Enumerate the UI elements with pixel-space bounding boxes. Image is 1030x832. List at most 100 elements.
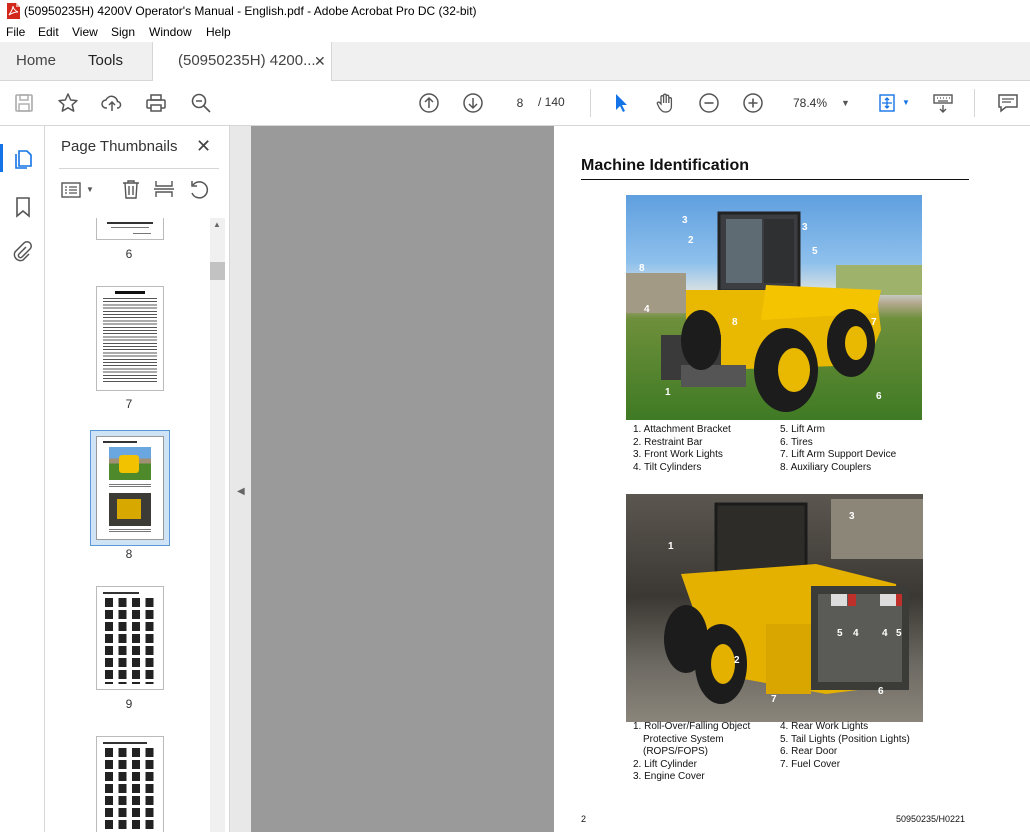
thumbnail-page-8[interactable] [96,436,164,540]
panel-splitter[interactable]: ◀ [229,126,252,832]
legend-item: 2. Lift Cylinder [633,758,697,770]
upload-icon[interactable] [100,91,124,115]
menu-bar: File Edit View Sign Window Help [0,22,1030,42]
legend-item: 1. Attachment Bracket [633,424,731,435]
menu-edit[interactable]: Edit [38,25,59,39]
trash-icon[interactable] [120,178,142,200]
toolbar: 8 / 140 78.4% ▼ ▼ [0,81,1030,126]
legend-item: 8. Auxiliary Couplers [780,461,872,473]
callout-label: 2 [688,235,694,246]
callout-label: 6 [878,686,884,697]
legend-item: 5. Tail Lights (Position Lights) [780,733,910,745]
callout-label: 2 [734,655,740,666]
document-page: Machine Identification 3 3 2 5 8 4 8 7 1… [554,126,1030,832]
bookmark-icon[interactable] [13,196,33,218]
callout-label: 7 [771,694,777,705]
page-heading: Machine Identification [581,157,750,174]
options-dropdown-icon[interactable]: ▼ [86,185,94,194]
callout-label: 3 [682,215,688,226]
close-tab-icon[interactable]: ✕ [314,42,326,80]
scrollbar-thumb[interactable] [210,262,225,280]
callout-label: 1 [665,387,671,398]
callout-label: 1 [668,541,674,552]
toolbar-divider [590,89,591,117]
tab-document[interactable]: (50950235H) 4200... ✕ [152,42,332,81]
zoom-out-icon[interactable] [697,91,721,115]
keyboard-icon[interactable] [931,91,955,115]
machine-rear-photo: 3 1 5 4 4 5 2 6 7 [626,494,923,722]
thumbnail-scrollbar[interactable]: ▲ [210,218,225,832]
tab-tools[interactable]: Tools [88,42,123,80]
thumbnail-label: 9 [125,697,133,711]
acrobat-icon [7,3,20,19]
tab-bar: Home Tools (50950235H) 4200... ✕ [0,42,1030,81]
panel-divider [59,168,219,169]
figure2-legend-right: 4. Rear Work Lights 5. Tail Lights (Posi… [780,721,910,771]
thumbnail-label: 8 [125,547,133,561]
comment-icon[interactable] [996,91,1020,115]
search-zoom-icon[interactable] [189,91,213,115]
figure1-legend-right: 5. Lift Arm 6. Tires 7. Lift Arm Support… [780,424,896,474]
page-number: 2 [581,814,587,824]
machine-front-photo: 3 3 2 5 8 4 8 7 1 6 [626,195,922,420]
tab-document-label: (50950235H) 4200... [178,52,316,69]
heading-rule [581,179,969,180]
page-total: / 140 [538,95,565,109]
menu-view[interactable]: View [72,25,98,39]
page-thumbnails-icon[interactable] [12,148,34,170]
thumbnail-label: 7 [125,397,133,411]
fit-page-icon[interactable] [876,91,900,115]
zoom-value: 78.4% [793,96,828,110]
menu-file[interactable]: File [6,25,25,39]
thumbnail-page-9[interactable] [96,586,164,690]
save-icon[interactable] [12,91,36,115]
navigation-rail [0,126,45,832]
zoom-select[interactable]: 78.4% ▼ [785,91,859,115]
tab-home[interactable]: Home [16,42,56,80]
window-title: (50950235H) 4200V Operator's Manual - En… [24,4,477,18]
hand-icon[interactable] [653,91,677,115]
thumbnail-label: 6 [125,247,133,261]
menu-sign[interactable]: Sign [111,25,135,39]
thumbnail-options-icon[interactable] [61,180,83,200]
collapse-panel-icon[interactable]: ◀ [237,486,245,497]
legend-item: 4. Rear Work Lights [780,721,869,732]
callout-label: 8 [639,263,645,274]
legend-item: 4. Tilt Cylinders [633,461,702,473]
thumbnail-page-10[interactable] [96,736,164,832]
legend-item: 5. Lift Arm [780,424,826,435]
callout-label: 6 [876,391,882,402]
select-arrow-icon[interactable] [609,91,633,115]
thumbnail-page-6[interactable] [96,218,164,240]
callout-label: 5 [837,628,843,639]
scroll-up-icon[interactable]: ▲ [213,220,221,229]
page-up-icon[interactable] [417,91,441,115]
legend-item: 3. Front Work Lights [633,449,723,461]
star-icon[interactable] [56,91,80,115]
legend-item: 6. Tires [780,436,813,448]
active-indicator [0,144,3,172]
menu-window[interactable]: Window [149,25,192,39]
legend-item: (ROPS/FOPS) [643,746,709,758]
callout-label: 4 [882,628,888,639]
panel-title: Page Thumbnails [61,138,178,155]
zoom-in-icon[interactable] [741,91,765,115]
legend-item: 7. Fuel Cover [780,758,841,770]
attachment-icon[interactable] [11,240,33,262]
callout-label: 3 [802,222,808,233]
thumbnail-page-7[interactable] [96,286,164,391]
rotate-icon[interactable] [188,178,210,200]
page-down-icon[interactable] [461,91,485,115]
page-number-input[interactable]: 8 [505,91,535,115]
fit-dropdown-icon[interactable]: ▼ [902,98,910,107]
print-icon[interactable] [144,91,168,115]
legend-item: Protective System [643,733,724,745]
callout-label: 5 [812,246,818,257]
toolbar-divider [974,89,975,117]
menu-help[interactable]: Help [206,25,231,39]
extract-pages-icon[interactable] [153,178,175,200]
close-icon[interactable]: ✕ [196,136,211,157]
legend-item: 7. Lift Arm Support Device [780,449,897,461]
legend-item: 6. Rear Door [780,746,838,758]
legend-item: 1. Roll-Over/Falling Object [633,721,751,732]
